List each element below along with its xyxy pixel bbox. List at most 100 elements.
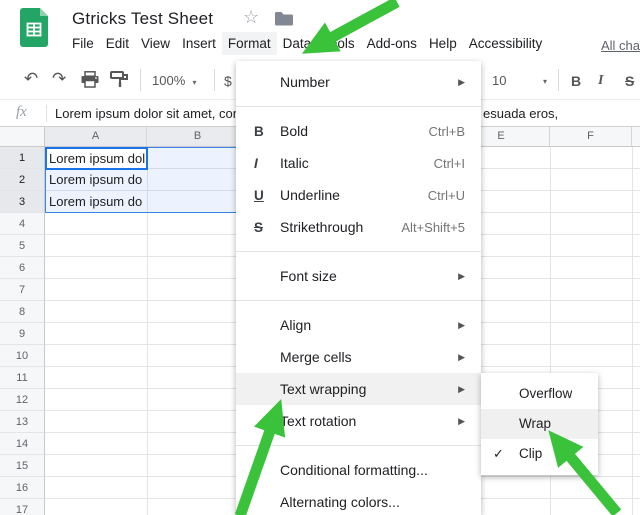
menubar: FileEditViewInsertFormatDataToolsAdd-ons… xyxy=(66,32,548,55)
print-icon[interactable] xyxy=(80,71,100,88)
submenu-caret-icon: ▶ xyxy=(458,77,465,88)
row-header-2[interactable]: 2 xyxy=(0,169,45,191)
zoom-select[interactable]: 100% ▾ xyxy=(152,73,197,88)
star-icon[interactable]: ☆ xyxy=(243,7,259,28)
menubar-item-format[interactable]: Format xyxy=(222,32,277,55)
column-header-a[interactable]: A xyxy=(45,127,147,146)
column-header-b[interactable]: B xyxy=(147,127,249,146)
menubar-item-accessibility[interactable]: Accessibility xyxy=(463,32,549,55)
menu-divider xyxy=(236,300,481,301)
format-menu-item-number[interactable]: Number▶ xyxy=(236,66,481,98)
format-menu: Number▶BBoldCtrl+BIItalicCtrl+IUUnderlin… xyxy=(236,61,481,515)
menubar-item-insert[interactable]: Insert xyxy=(176,32,222,55)
menu-item-shortcut: Ctrl+I xyxy=(434,156,465,171)
row-header-14[interactable]: 14 xyxy=(0,433,45,455)
submenu-caret-icon: ▶ xyxy=(458,384,465,395)
format-menu-item-text-wrapping[interactable]: Text wrapping▶ xyxy=(236,373,481,405)
row-header-10[interactable]: 10 xyxy=(0,345,45,367)
menubar-item-data[interactable]: Data xyxy=(277,32,318,55)
italic-icon: I xyxy=(254,156,280,171)
submenu-item-label: Clip xyxy=(519,446,542,461)
strikethrough-button[interactable]: S xyxy=(625,73,634,89)
menu-item-label: Conditional formatting... xyxy=(280,462,465,478)
format-menu-item-underline[interactable]: UUnderlineCtrl+U xyxy=(236,179,481,211)
column-header-f[interactable]: F xyxy=(550,127,632,146)
row-header-7[interactable]: 7 xyxy=(0,279,45,301)
menu-divider xyxy=(236,251,481,252)
format-menu-item-conditional-formatting[interactable]: Conditional formatting... xyxy=(236,454,481,486)
menu-item-label: Underline xyxy=(280,187,428,203)
menu-item-shortcut: Alt+Shift+5 xyxy=(401,220,465,235)
row-header-5[interactable]: 5 xyxy=(0,235,45,257)
cell-a2[interactable]: Lorem ipsum do xyxy=(45,169,147,191)
cell-a1-active[interactable]: Lorem ipsum dol xyxy=(45,147,148,170)
menubar-item-add-ons[interactable]: Add-ons xyxy=(361,32,423,55)
submenu-item-wrap[interactable]: Wrap xyxy=(481,409,598,439)
row-header-4[interactable]: 4 xyxy=(0,213,45,235)
menu-item-label: Text wrapping xyxy=(280,381,458,397)
submenu-item-clip[interactable]: ✓ Clip xyxy=(481,439,598,469)
text-wrapping-submenu: Overflow Wrap✓ Clip xyxy=(481,373,598,475)
check-icon: ✓ xyxy=(493,439,504,469)
menu-item-label: Alternating colors... xyxy=(280,494,465,510)
submenu-caret-icon: ▶ xyxy=(458,352,465,363)
row-header-3[interactable]: 3 xyxy=(0,191,45,213)
menu-item-label: Merge cells xyxy=(280,349,458,365)
paint-format-icon[interactable] xyxy=(110,71,128,87)
underline-icon: U xyxy=(254,188,280,203)
bold-icon: B xyxy=(254,124,280,139)
format-currency-button[interactable]: $ xyxy=(224,73,232,89)
document-title[interactable]: Gtricks Test Sheet xyxy=(72,9,213,29)
menubar-item-view[interactable]: View xyxy=(135,32,176,55)
menu-item-label: Italic xyxy=(280,155,434,171)
redo-icon[interactable]: ↷ xyxy=(52,70,66,87)
menubar-item-file[interactable]: File xyxy=(66,32,100,55)
format-menu-item-font-size[interactable]: Font size▶ xyxy=(236,260,481,292)
toolbar-divider xyxy=(558,69,559,91)
format-menu-item-align[interactable]: Align▶ xyxy=(236,309,481,341)
sheets-logo-icon[interactable] xyxy=(20,8,48,47)
toolbar-divider xyxy=(214,69,215,91)
row-header-9[interactable]: 9 xyxy=(0,323,45,345)
submenu-item-label: Overflow xyxy=(519,386,572,401)
row-header-12[interactable]: 12 xyxy=(0,389,45,411)
font-size-select[interactable]: 10 xyxy=(492,73,506,88)
format-menu-item-strikethrough[interactable]: SStrikethroughAlt+Shift+5 xyxy=(236,211,481,243)
row-header-11[interactable]: 11 xyxy=(0,367,45,389)
formula-value-right: esuada eros, xyxy=(483,106,558,121)
column-header-partial[interactable] xyxy=(632,127,640,146)
italic-button[interactable]: I xyxy=(598,73,603,89)
submenu-item-overflow[interactable]: Overflow xyxy=(481,379,598,409)
menu-item-label: Text rotation xyxy=(280,413,458,429)
google-sheets-window: Gtricks Test Sheet ☆ FileEditViewInsertF… xyxy=(0,0,640,515)
row-header-16[interactable]: 16 xyxy=(0,477,45,499)
bold-button[interactable]: B xyxy=(571,73,581,89)
formula-bar-divider xyxy=(46,105,47,122)
menu-item-label: Font size xyxy=(280,268,458,284)
menubar-item-tools[interactable]: Tools xyxy=(317,32,361,55)
format-menu-item-italic[interactable]: IItalicCtrl+I xyxy=(236,147,481,179)
save-status-link[interactable]: All cha xyxy=(601,38,640,53)
row-header-8[interactable]: 8 xyxy=(0,301,45,323)
format-menu-item-text-rotation[interactable]: Text rotation▶ xyxy=(236,405,481,437)
format-menu-item-bold[interactable]: BBoldCtrl+B xyxy=(236,115,481,147)
cell-a3[interactable]: Lorem ipsum do xyxy=(45,191,147,213)
format-menu-item-merge-cells[interactable]: Merge cells▶ xyxy=(236,341,481,373)
row-header-13[interactable]: 13 xyxy=(0,411,45,433)
move-folder-icon[interactable] xyxy=(274,11,294,26)
select-all-corner[interactable] xyxy=(0,127,45,147)
row-header-1[interactable]: 1 xyxy=(0,147,45,169)
undo-icon[interactable]: ↶ xyxy=(24,70,38,87)
menu-item-label: Strikethrough xyxy=(280,219,401,235)
row-header-15[interactable]: 15 xyxy=(0,455,45,477)
menu-divider xyxy=(236,445,481,446)
row-header-6[interactable]: 6 xyxy=(0,257,45,279)
format-menu-item-alternating-colors[interactable]: Alternating colors... xyxy=(236,486,481,515)
row-header-17[interactable]: 17 xyxy=(0,499,45,515)
gridline xyxy=(632,147,633,515)
menubar-item-edit[interactable]: Edit xyxy=(100,32,135,55)
formula-value-left: Lorem ipsum dolor sit amet, con xyxy=(55,106,240,121)
menubar-item-help[interactable]: Help xyxy=(423,32,463,55)
row-headers: 1234567891011121314151617 xyxy=(0,147,45,515)
fx-icon: fx xyxy=(16,104,27,121)
